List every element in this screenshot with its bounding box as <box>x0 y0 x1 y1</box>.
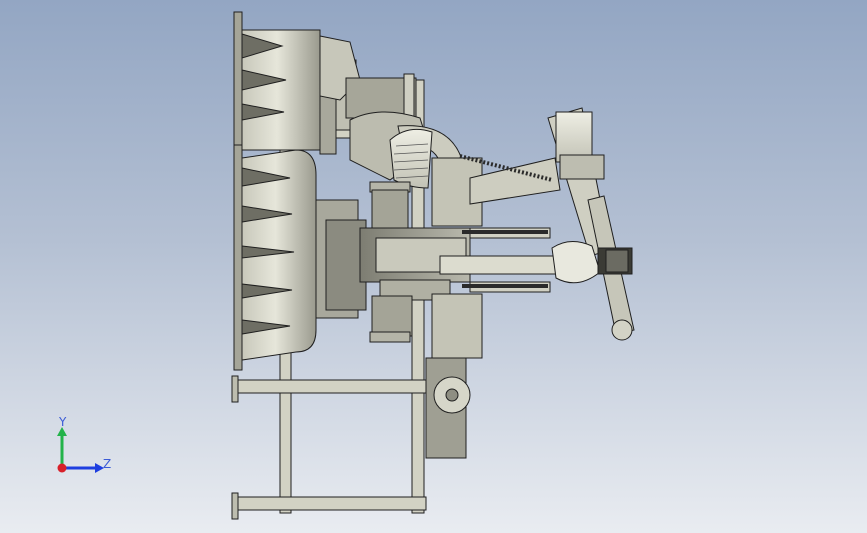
lower-fan-drum <box>233 144 367 371</box>
graphics-viewport[interactable]: Y Z <box>0 0 867 533</box>
cad-model[interactable] <box>0 0 867 533</box>
triad-y-label: Y <box>59 415 67 429</box>
triad-z-label: Z <box>103 457 112 471</box>
orientation-triad <box>57 427 104 473</box>
tool-head <box>547 107 635 341</box>
triad-x-axis <box>57 463 67 473</box>
